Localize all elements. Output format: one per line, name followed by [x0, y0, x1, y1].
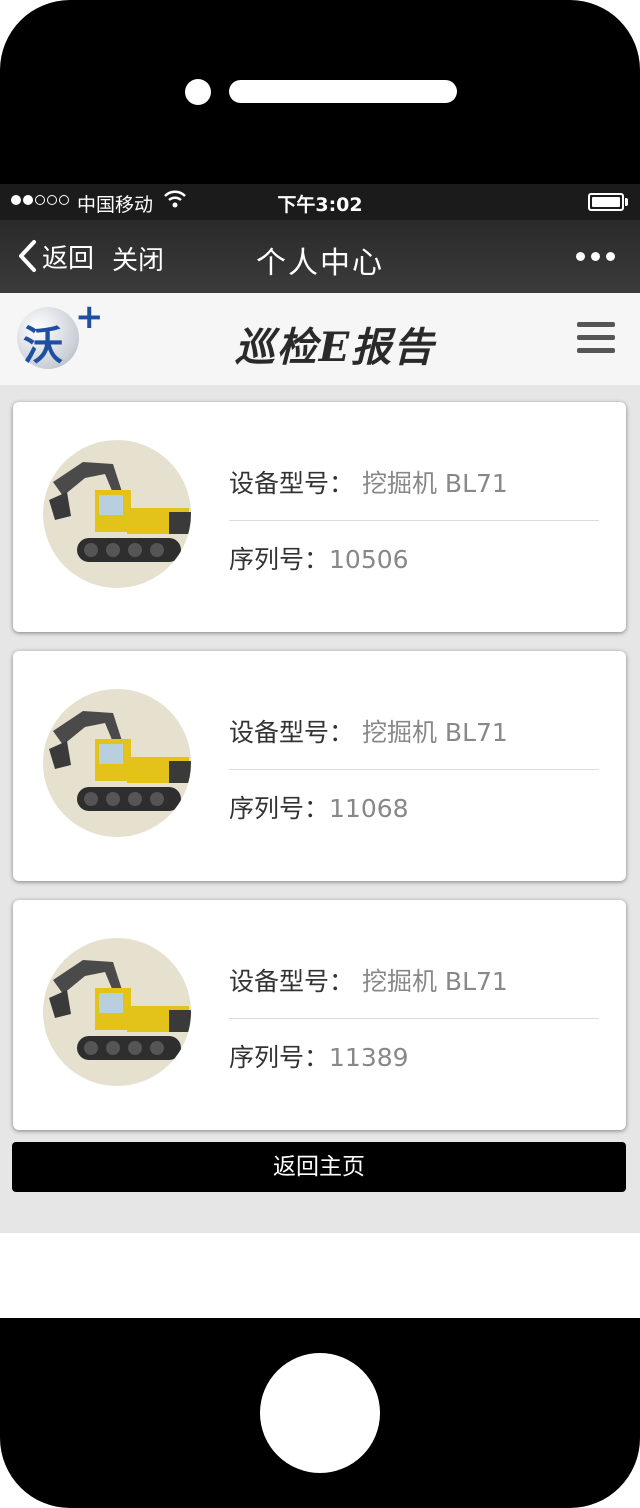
nav-bar: 返回 关闭 个人中心: [0, 220, 640, 293]
serial-number: 序列号：10506: [229, 545, 409, 574]
equipment-model: 设备型号： 挖掘机 BL71: [229, 967, 508, 996]
speaker: [229, 80, 457, 103]
equipment-card[interactable]: 设备型号： 挖掘机 BL71 序列号：11389: [13, 900, 626, 1130]
hamburger-menu-icon[interactable]: [577, 322, 615, 356]
more-options-icon[interactable]: [576, 252, 615, 261]
excavator-image: [43, 440, 191, 588]
divider: [229, 1018, 599, 1019]
battery-tip: [625, 198, 628, 206]
battery-icon: [588, 193, 624, 211]
nav-title: 个人中心: [256, 246, 384, 281]
brand-title: 巡检E报告: [234, 324, 436, 371]
serial-number: 序列号：11389: [229, 1043, 409, 1072]
equipment-card[interactable]: 设备型号： 挖掘机 BL71 序列号：10506: [13, 402, 626, 632]
phone-frame: 中国移动 下午3:02 返回 关闭 个人中心 沃 + 巡检E报告 设备型号： 挖…: [0, 0, 640, 1508]
equipment-model: 设备型号： 挖掘机 BL71: [229, 469, 508, 498]
divider: [229, 769, 599, 770]
home-button[interactable]: [260, 1353, 380, 1473]
page-content: 沃 + 巡检E报告 设备型号： 挖掘机 BL71 序列号：10506 设备型号：…: [0, 293, 640, 1233]
camera: [185, 79, 211, 105]
serial-number: 序列号：11068: [229, 794, 409, 823]
return-home-button[interactable]: 返回主页: [12, 1142, 626, 1192]
excavator-image: [43, 938, 191, 1086]
clock: 下午3:02: [277, 194, 363, 216]
status-bar: 中国移动 下午3:02: [0, 184, 640, 220]
screen: 中国移动 下午3:02 返回 关闭 个人中心 沃 + 巡检E报告 设备型号： 挖…: [0, 184, 640, 1318]
excavator-image: [43, 689, 191, 837]
app-header: 沃 + 巡检E报告: [0, 293, 640, 385]
divider: [229, 520, 599, 521]
equipment-model: 设备型号： 挖掘机 BL71: [229, 718, 508, 747]
equipment-card[interactable]: 设备型号： 挖掘机 BL71 序列号：11068: [13, 651, 626, 881]
